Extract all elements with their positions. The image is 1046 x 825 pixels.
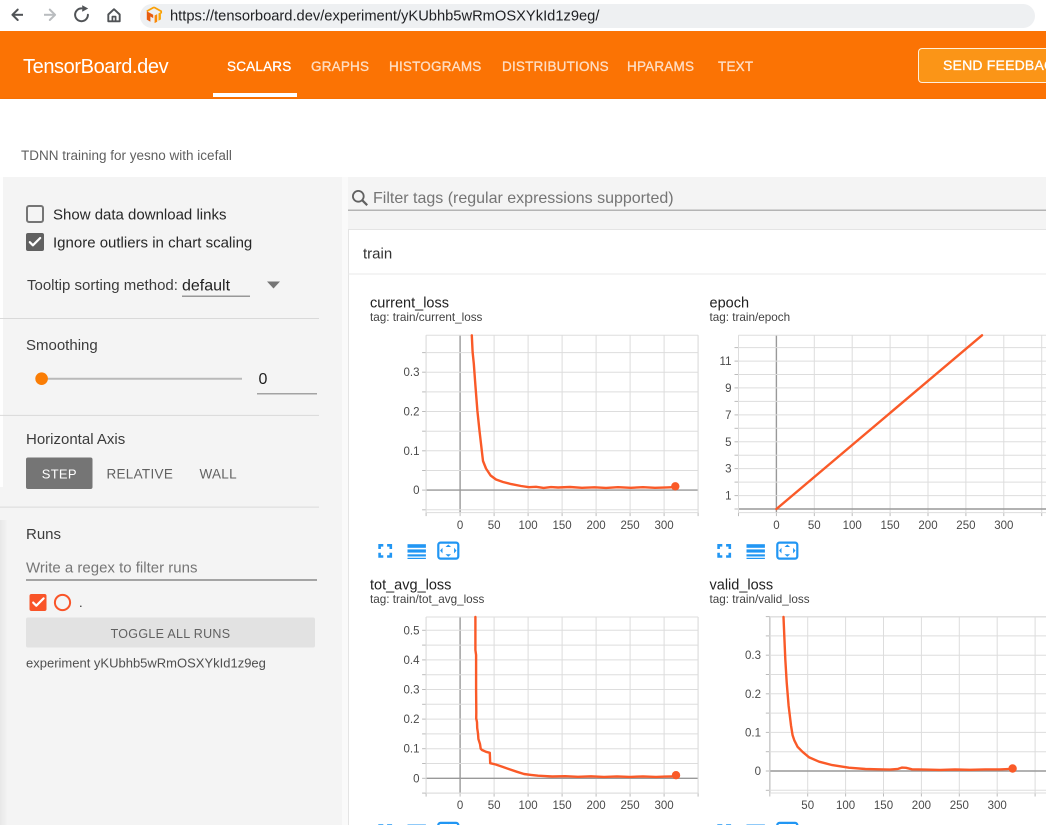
svg-text:150: 150 [881,520,900,532]
svg-text:1: 1 [725,491,731,503]
svg-text:Horizontal Axis: Horizontal Axis [26,431,125,448]
svg-text:Show data download links: Show data download links [53,207,226,224]
svg-text:experiment yKUbhb5wRmOSXYkId1z: experiment yKUbhb5wRmOSXYkId1z9eg [26,656,266,671]
svg-text:300: 300 [988,800,1007,812]
svg-text:50: 50 [488,800,501,812]
svg-text:train: train [363,246,392,263]
svg-text:0: 0 [755,766,761,778]
svg-text:150: 150 [553,520,572,532]
svg-text:tag: train/valid_loss: tag: train/valid_loss [710,593,810,606]
svg-text:0: 0 [413,485,419,497]
svg-text:https://tensorboard.dev/experi: https://tensorboard.dev/experiment/yKUbh… [170,8,600,24]
svg-text:default: default [182,278,231,295]
svg-text:7: 7 [725,410,731,422]
svg-text:200: 200 [587,800,606,812]
svg-text:valid_loss: valid_loss [710,578,774,594]
svg-text:0: 0 [457,800,463,812]
svg-text:epoch: epoch [710,296,750,312]
svg-text:tag: train/tot_avg_loss: tag: train/tot_avg_loss [370,593,485,606]
svg-text:Runs: Runs [26,526,61,543]
svg-text:250: 250 [950,800,969,812]
svg-text:250: 250 [621,520,640,532]
svg-text:Filter tags (regular expressio: Filter tags (regular expressions support… [373,190,674,207]
svg-text:200: 200 [918,520,937,532]
svg-text:9: 9 [725,383,731,395]
svg-text:300: 300 [655,800,674,812]
svg-text:100: 100 [836,800,855,812]
svg-text:300: 300 [994,520,1013,532]
svg-text:0.5: 0.5 [404,625,420,637]
svg-text:0.4: 0.4 [404,655,421,667]
svg-text:RELATIVE: RELATIVE [106,467,173,482]
svg-text:200: 200 [587,520,606,532]
svg-text:0.3: 0.3 [404,367,420,379]
svg-text:0: 0 [413,773,419,785]
svg-text:0.1: 0.1 [404,446,420,458]
svg-text:0.2: 0.2 [745,689,761,701]
svg-text:200: 200 [912,800,931,812]
svg-text:0.3: 0.3 [404,685,420,697]
svg-text:.: . [79,595,83,610]
svg-text:50: 50 [808,520,821,532]
svg-text:300: 300 [655,520,674,532]
svg-text:0: 0 [773,520,779,532]
svg-text:0.2: 0.2 [404,714,420,726]
svg-text:0: 0 [457,520,463,532]
svg-text:0.2: 0.2 [404,407,420,419]
svg-text:3: 3 [725,464,731,476]
svg-text:Write a regex to filter runs: Write a regex to filter runs [26,560,197,577]
svg-text:250: 250 [621,800,640,812]
svg-text:150: 150 [553,800,572,812]
svg-text:WALL: WALL [199,467,237,482]
svg-text:100: 100 [519,800,538,812]
svg-text:50: 50 [801,800,814,812]
svg-text:100: 100 [843,520,862,532]
svg-text:100: 100 [519,520,538,532]
svg-text:0.3: 0.3 [745,650,761,662]
svg-text:Tooltip sorting method:: Tooltip sorting method: [27,277,178,294]
svg-text:0: 0 [259,371,268,388]
svg-text:0.1: 0.1 [404,744,420,756]
svg-text:150: 150 [874,800,893,812]
svg-text:50: 50 [488,520,501,532]
svg-text:Ignore outliers in chart scali: Ignore outliers in chart scaling [53,235,252,252]
svg-text:11: 11 [720,356,732,368]
svg-text:tag: train/current_loss: tag: train/current_loss [370,311,483,324]
svg-text:5: 5 [725,437,731,449]
svg-text:0.1: 0.1 [745,727,761,739]
svg-text:tag: train/epoch: tag: train/epoch [710,311,791,324]
svg-text:current_loss: current_loss [370,296,449,312]
svg-text:Smoothing: Smoothing [26,337,98,354]
svg-text:tot_avg_loss: tot_avg_loss [370,578,451,594]
svg-text:TOGGLE ALL RUNS: TOGGLE ALL RUNS [111,627,231,641]
svg-text:250: 250 [956,520,975,532]
svg-text:STEP: STEP [42,467,77,482]
